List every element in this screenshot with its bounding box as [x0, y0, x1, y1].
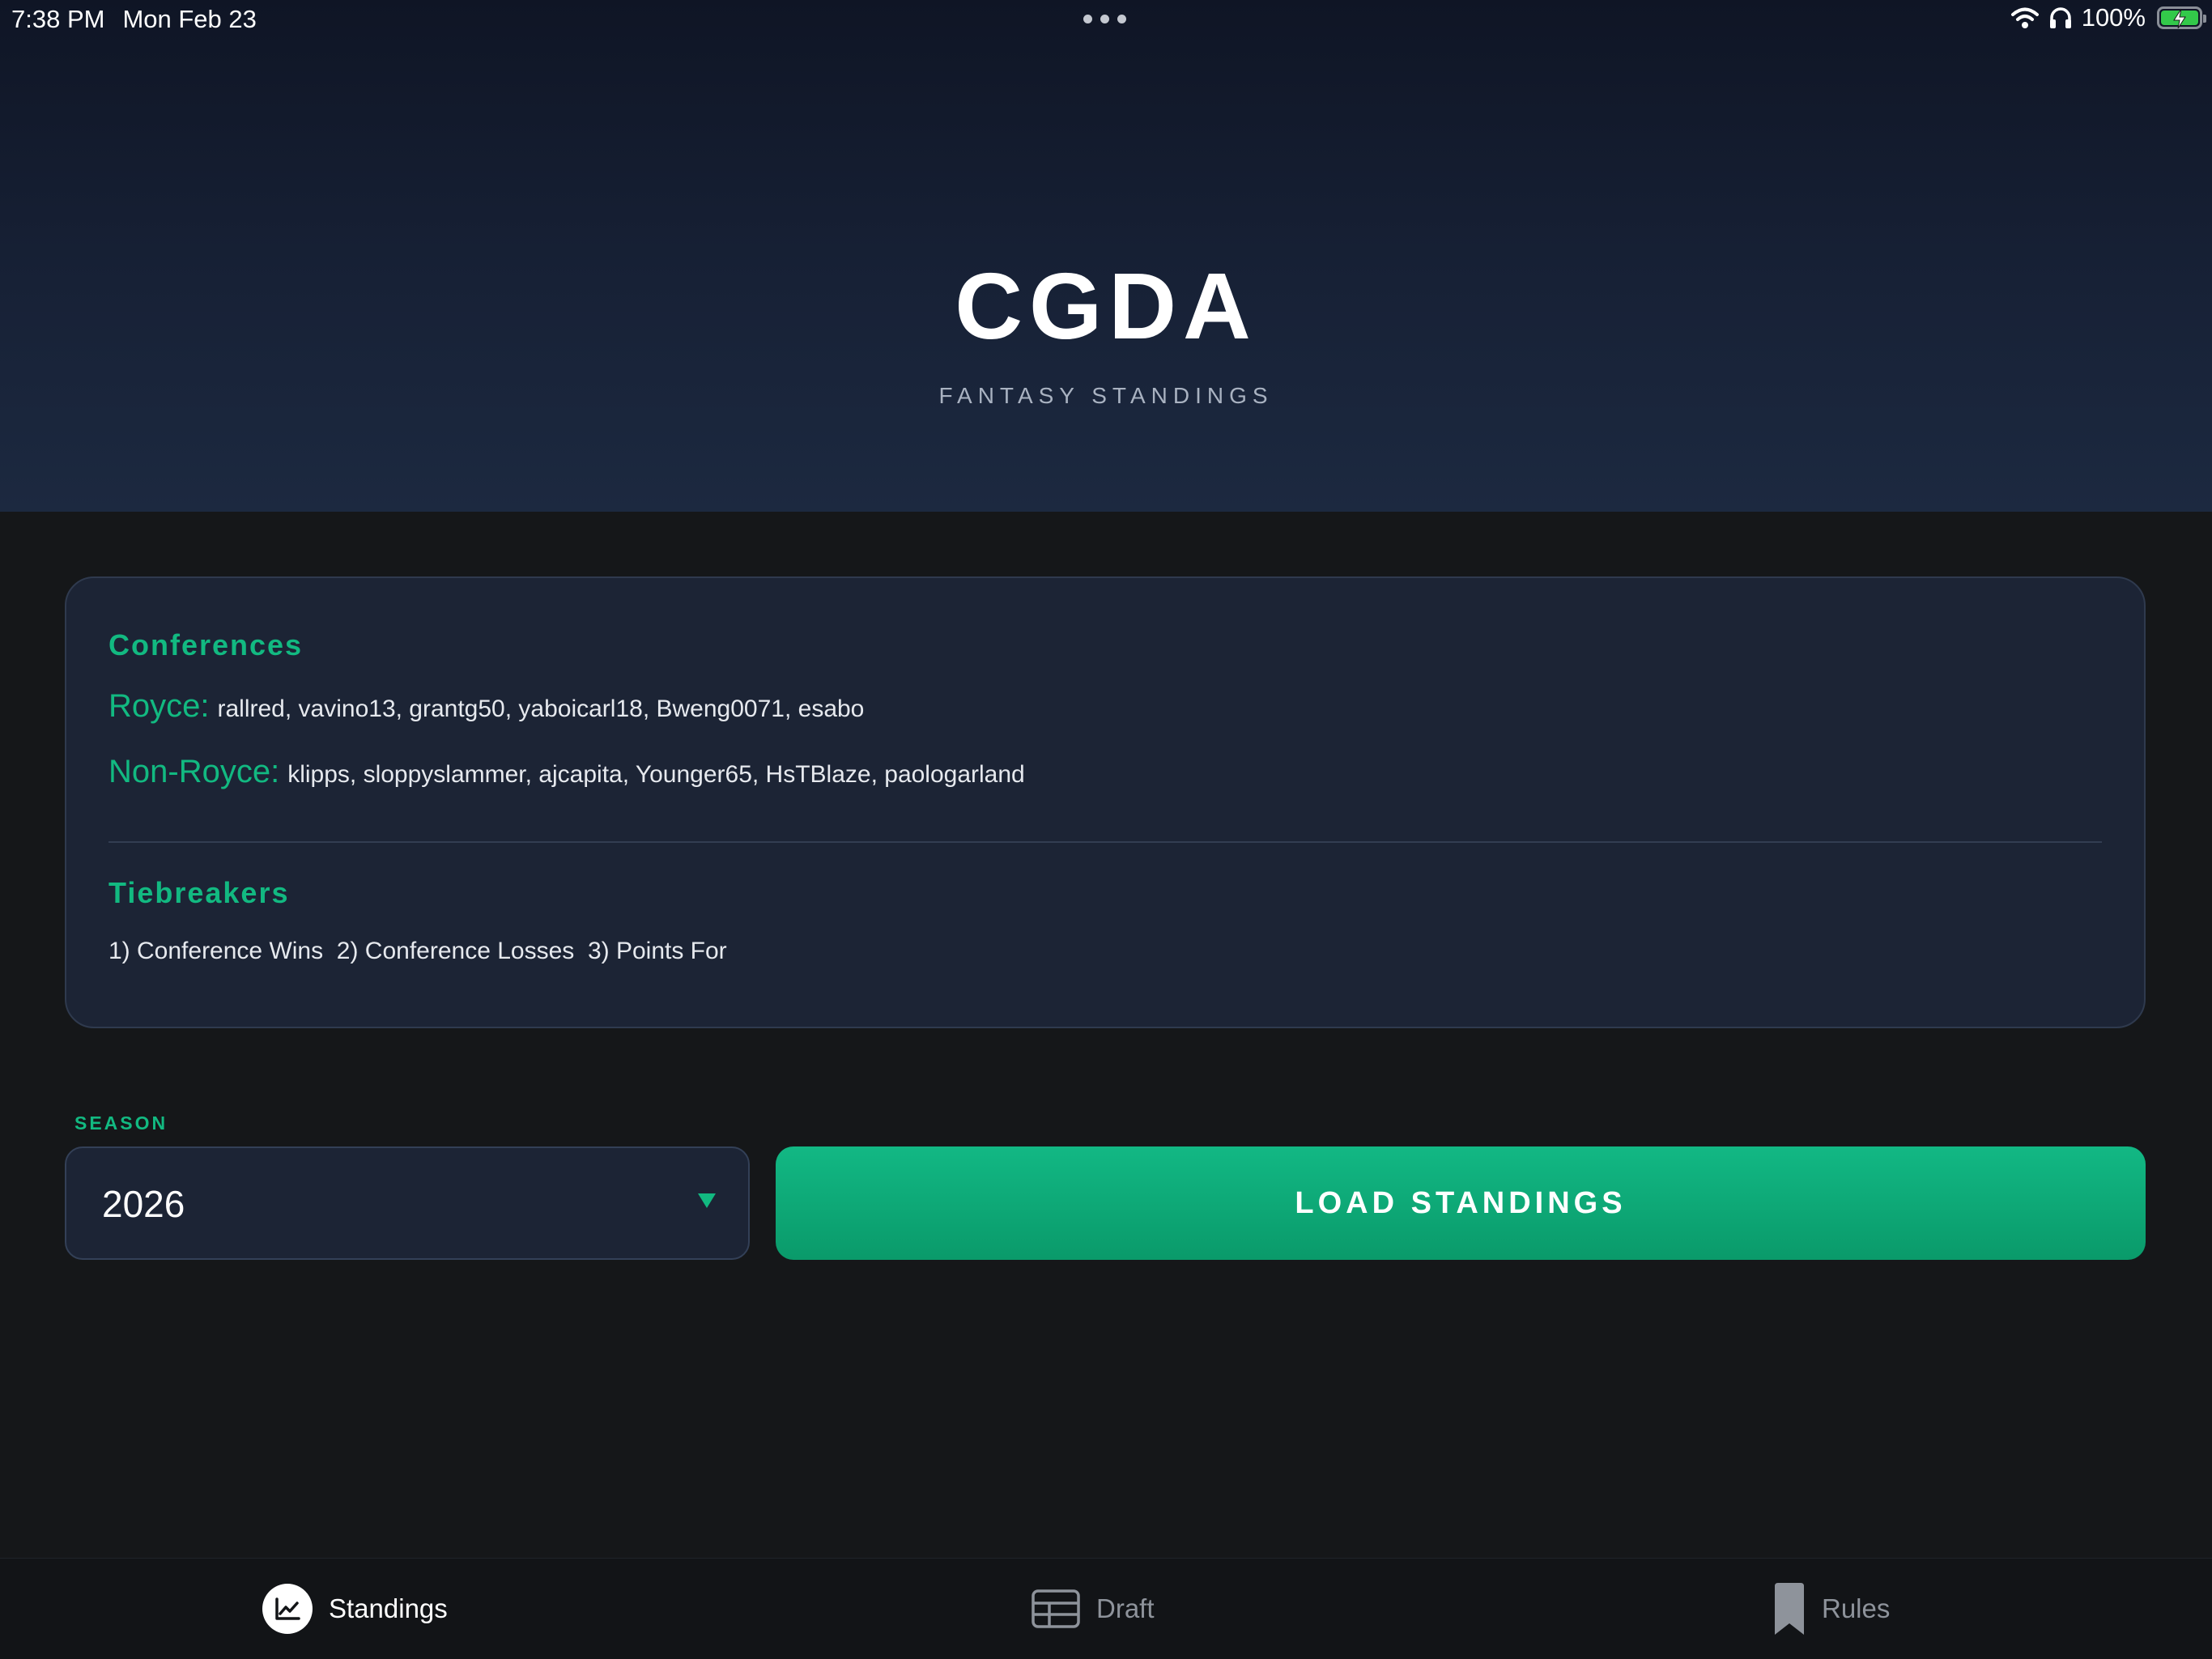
info-card: Conferences Royce: rallred, vavino13, gra…: [65, 576, 2146, 1028]
tiebreakers-text: 1) Conference Wins 2) Conference Losses …: [108, 938, 727, 964]
app-title: CGDA: [955, 253, 1257, 359]
tab-draft[interactable]: Draft: [1032, 1559, 1155, 1659]
divider: [108, 841, 2102, 843]
load-standings-label: LOAD STANDINGS: [1295, 1185, 1627, 1220]
tab-label: Draft: [1096, 1593, 1155, 1623]
load-standings-button[interactable]: LOAD STANDINGS: [776, 1146, 2146, 1260]
battery-charging-icon: [2157, 6, 2206, 29]
app-subtitle: FANTASY STANDINGS: [938, 383, 1274, 408]
conference-row-royce: Royce: rallred, vavino13, grantg50, yaboi…: [108, 688, 864, 725]
battery-percent: 100%: [2081, 3, 2146, 32]
status-bar-right: 100%: [2010, 3, 2206, 32]
tab-bar: Standings Draft Rules: [0, 1558, 2212, 1659]
status-date: Mon Feb 23: [122, 5, 257, 33]
tiebreakers-title: Tiebreakers: [108, 876, 290, 909]
tab-label: Rules: [1822, 1593, 1891, 1623]
tab-standings[interactable]: Standings: [262, 1559, 448, 1659]
conference-label: Non-Royce:: [108, 754, 280, 789]
conferences-title: Conferences: [108, 628, 304, 661]
header-area: 7:38 PM Mon Feb 23 100% CGDA FANTASY STAN…: [0, 0, 2212, 512]
tab-rules[interactable]: Rules: [1773, 1559, 1890, 1659]
headphones-icon: [2049, 7, 2071, 28]
wifi-icon: [2010, 7, 2039, 28]
season-label: SEASON: [74, 1112, 168, 1134]
dropdown-arrow-icon: [698, 1193, 716, 1208]
conference-label: Royce:: [108, 688, 210, 724]
status-time: 7:38 PM: [11, 5, 105, 33]
conference-members: klipps, sloppyslammer, ajcapita, Younger…: [287, 761, 1025, 788]
conference-members: rallred, vavino13, grantg50, yaboicarl18…: [217, 696, 865, 722]
season-select[interactable]: 2026: [65, 1146, 750, 1260]
table-icon: [1032, 1589, 1080, 1628]
bookmark-icon: [1775, 1583, 1804, 1635]
status-bar-left: 7:38 PM Mon Feb 23: [11, 5, 257, 34]
season-value: 2026: [102, 1183, 185, 1225]
chart-icon: [262, 1584, 313, 1634]
tab-label: Standings: [329, 1593, 448, 1623]
more-dots-icon[interactable]: [1083, 15, 1126, 23]
conference-row-non-royce: Non-Royce: klipps, sloppyslammer, ajcapit…: [108, 754, 1025, 790]
